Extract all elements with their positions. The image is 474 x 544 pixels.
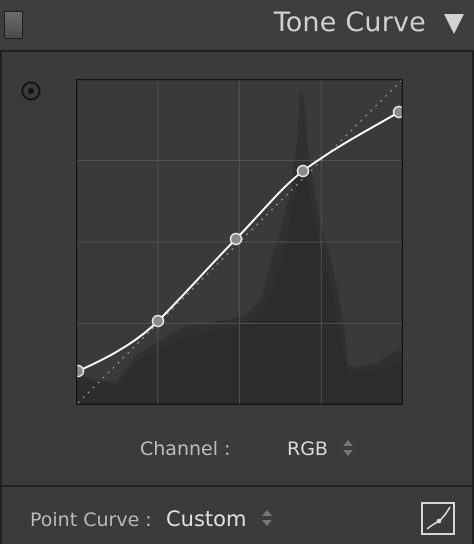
point-curve-icon (426, 506, 451, 530)
panel-switch-icon[interactable] (4, 11, 23, 39)
channel-updown-icon[interactable] (343, 440, 353, 456)
curve-point-5[interactable] (392, 105, 404, 119)
point-curve-select[interactable]: Custom (166, 507, 246, 531)
tone-curve-graph[interactable] (76, 79, 403, 405)
point-curve-toggle-button[interactable] (421, 502, 455, 535)
panel-title: Tone Curve (273, 7, 426, 38)
point-curve-updown-icon[interactable] (262, 510, 272, 526)
tone-curve-panel: Tone Curve Channel: RGB Point Curve: C… (0, 0, 474, 544)
collapse-triangle-icon[interactable] (444, 14, 464, 34)
panel-header[interactable]: Tone Curve (0, 0, 474, 52)
channel-select[interactable]: RGB (287, 438, 328, 460)
curve-point-4[interactable] (296, 164, 310, 178)
curve-point-3[interactable] (229, 232, 243, 246)
point-curve-label: Point Curve : (30, 509, 152, 531)
target-adjust-icon[interactable] (20, 80, 42, 102)
channel-label: Channel : (140, 438, 231, 460)
curve-point-2[interactable] (151, 314, 165, 328)
